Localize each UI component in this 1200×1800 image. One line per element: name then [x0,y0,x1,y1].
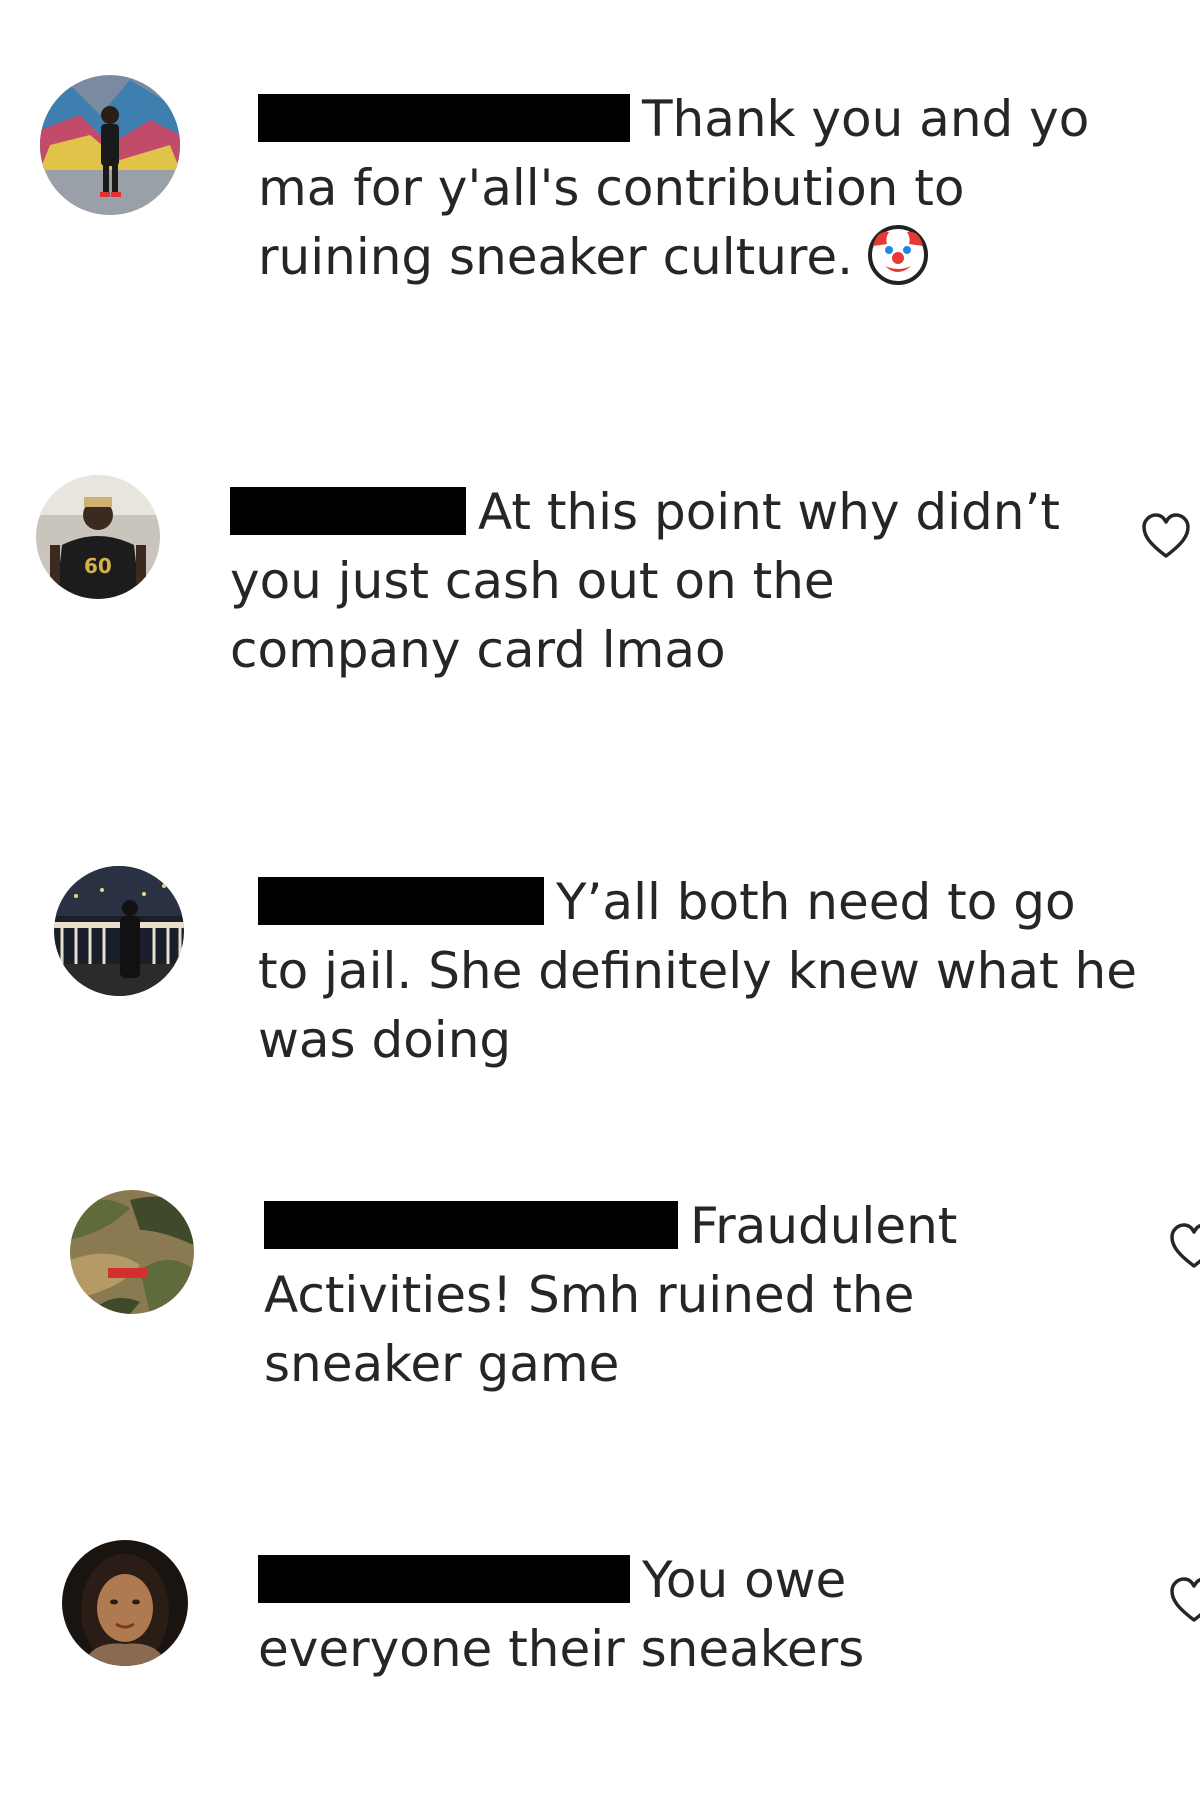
comment-text: Fraudulent Activities! Smh ruined the sn… [264,1192,1114,1399]
redacted-username-bar [258,877,544,925]
avatar[interactable] [70,1190,194,1314]
heart-outline-icon[interactable] [1168,1222,1200,1270]
avatar[interactable] [40,75,180,215]
comment-text: You owe everyone their sneakers [258,1546,1058,1684]
clown-face-icon [867,224,929,286]
redacted-username-bar [264,1201,678,1249]
redacted-username-bar [258,94,630,142]
comment-text: Y’all both need to go to jail. She defin… [258,868,1138,1075]
avatar[interactable] [54,866,184,996]
svg-text:60: 60 [84,554,112,578]
comment-text: At this point why didn’t you just cash o… [230,478,1070,685]
comment-text: Thank you and yo ma for y'all's contribu… [258,85,1138,292]
heart-outline-icon[interactable] [1168,1576,1200,1624]
comments-page: { "comments": [ { "text": "Thank you and… [0,0,1200,1800]
avatar[interactable]: 60 [36,475,160,599]
redacted-username-bar [230,487,466,535]
heart-outline-icon[interactable] [1140,512,1192,560]
redacted-username-bar [258,1555,630,1603]
avatar[interactable] [62,1540,188,1666]
